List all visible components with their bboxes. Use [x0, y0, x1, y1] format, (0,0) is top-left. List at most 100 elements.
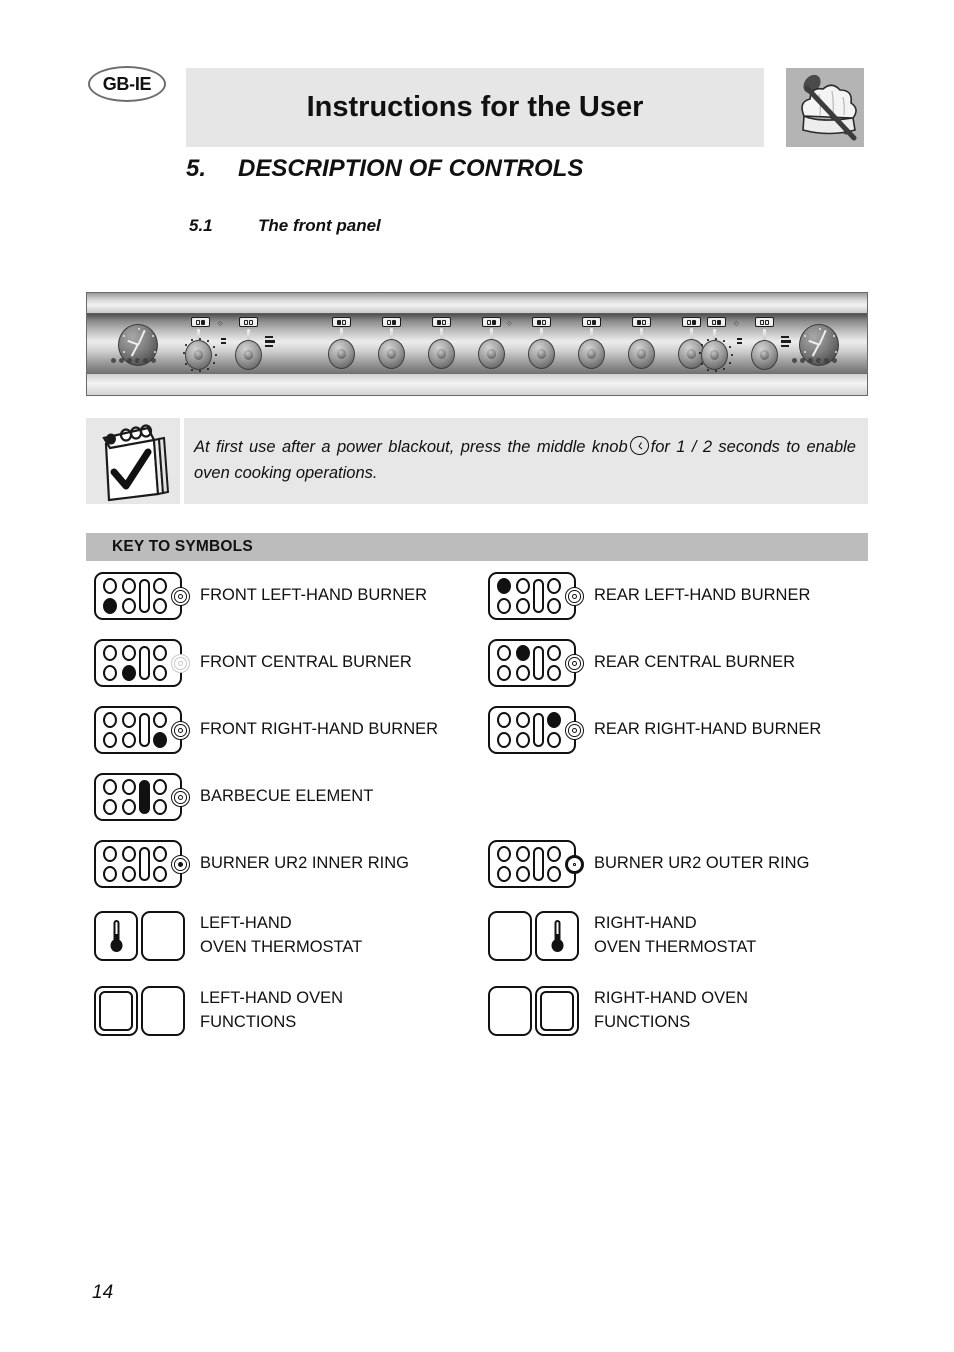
right-timer-legend [792, 358, 837, 363]
burner-symbol-rear-left [488, 572, 584, 620]
hob-position-front-right [547, 732, 561, 748]
right-oven-square [535, 911, 579, 961]
language-badge: GB-IE [88, 66, 166, 102]
note-text-part1: At first use after a power blackout, pre… [194, 438, 628, 456]
right-thermostat-scale [698, 338, 733, 372]
ur2-ring-position [171, 855, 190, 874]
hob-position-front-right [153, 866, 167, 882]
key-row: BARBECUE ELEMENT [86, 767, 876, 834]
right-function-marks-alt [737, 338, 742, 344]
hob-knob-symbol-3 [432, 317, 451, 327]
hob-position-front-central [122, 866, 136, 882]
left-oven-function-knob[interactable] [235, 340, 262, 370]
ur2-ring-position [565, 654, 584, 673]
hob-position-front-central [122, 665, 136, 681]
ur2-ring-position [171, 587, 190, 606]
hob-position-front-central [122, 598, 136, 614]
right-function-marks [781, 336, 791, 347]
hob-knob-4[interactable] [478, 339, 505, 369]
key-label: BARBECUE ELEMENT [200, 787, 374, 806]
hob-position-rear-left [497, 712, 511, 728]
hob-position-front-right [153, 732, 167, 748]
hob-position-front-right [547, 665, 561, 681]
section-number: 5. [186, 155, 207, 182]
hob-knob-symbol-2 [382, 317, 401, 327]
hob-position-front-left [497, 866, 511, 882]
hob-position-rear-left [103, 578, 117, 594]
left-function-knob-symbol [239, 317, 258, 327]
right-oven-square [141, 911, 185, 961]
hob-position-front-right [547, 866, 561, 882]
key-label: BURNER UR2 INNER RING [200, 854, 410, 873]
key-entry-rear-right-hand-burner: REAR RIGHT-HAND BURNER [488, 700, 878, 760]
right-oven-square [141, 986, 185, 1036]
section-title: DESCRIPTION OF CONTROLS [238, 155, 584, 182]
hob-position-rear-right [547, 578, 561, 594]
page-title: Instructions for the User [306, 91, 644, 123]
burner-symbol-front-central [94, 639, 190, 687]
hob-knob-symbol-7 [632, 317, 651, 327]
key-to-symbols-header: KEY TO SYMBOLS [86, 533, 868, 561]
hob-knob-7[interactable] [628, 339, 655, 369]
left-oven-square [94, 986, 138, 1036]
subsection-heading: 5.1 The front panel [189, 216, 381, 236]
key-label: REAR LEFT-HAND BURNER [594, 586, 811, 605]
hob-knob-5[interactable] [528, 339, 555, 369]
hob-position-rear-right [153, 645, 167, 661]
hob-knob-symbol-5 [532, 317, 551, 327]
hob-knob-6[interactable] [578, 339, 605, 369]
hob-position-rear-left [497, 645, 511, 661]
key-label: LEFT-HAND OVEN THERMOSTAT [200, 914, 363, 956]
ur2-ring-position [565, 855, 584, 874]
note-callout: At first use after a power blackout, pre… [86, 418, 868, 504]
hob-knob-symbol-8 [682, 317, 701, 327]
key-label: RIGHT-HAND OVEN FUNCTIONS [594, 989, 749, 1031]
page-header-band: Instructions for the User [186, 68, 764, 147]
hob-knob-3[interactable] [428, 339, 455, 369]
left-oven-square [94, 911, 138, 961]
subsection-title: The front panel [258, 216, 381, 235]
hob-position-rear-central [516, 645, 530, 661]
burner-symbol-barbecue [94, 773, 190, 821]
hob-position-rear-left [103, 712, 117, 728]
key-label: REAR CENTRAL BURNER [594, 653, 796, 672]
oven-pair-symbol-right-functions [488, 986, 584, 1036]
key-entry-rear-left-hand-burner: REAR LEFT-HAND BURNER [488, 566, 878, 626]
thermometer-bulb [551, 939, 563, 952]
barbecue-position [139, 780, 150, 814]
right-oven-square [535, 986, 579, 1036]
burner-symbol-ur2-outer [488, 840, 584, 888]
hob-position-rear-central [122, 645, 136, 661]
hob-knob-1[interactable] [328, 339, 355, 369]
key-entry-left-hand-oven-functions: LEFT-HAND OVEN FUNCTIONS [94, 976, 484, 1046]
key-to-symbols-title: KEY TO SYMBOLS [112, 538, 253, 555]
hob-position-front-central [516, 732, 530, 748]
burner-symbol-front-left [94, 572, 190, 620]
left-oven-square [488, 986, 532, 1036]
burner-symbol-front-right [94, 706, 190, 754]
hob-indicator-dot: ◇ [507, 321, 512, 327]
key-entry-rear-central-burner: REAR CENTRAL BURNER [488, 633, 878, 693]
key-entry-front-right-hand-burner: FRONT RIGHT-HAND BURNER [94, 700, 484, 760]
key-entry-right-hand-oven-functions: RIGHT-HAND OVEN FUNCTIONS [488, 976, 878, 1046]
barbecue-position [533, 579, 544, 613]
key-entry-left-hand-oven-thermostat: LEFT-HAND OVEN THERMOSTAT [94, 901, 484, 971]
section-heading: 5. DESCRIPTION OF CONTROLS [186, 155, 583, 183]
key-row: FRONT LEFT-HAND BURNER REAR LEFT-HAND BU… [86, 566, 876, 633]
hob-position-rear-left [497, 578, 511, 594]
hob-position-rear-central [516, 846, 530, 862]
hob-position-front-central [122, 799, 136, 815]
right-oven-function-knob[interactable] [751, 340, 778, 370]
barbecue-position [139, 713, 150, 747]
key-label: FRONT LEFT-HAND BURNER [200, 586, 428, 605]
key-row: BURNER UR2 INNER RING BURNER UR2 OUTER R… [86, 834, 876, 901]
key-label: BURNER UR2 OUTER RING [594, 854, 810, 873]
key-row: FRONT RIGHT-HAND BURNER REAR RIGHT-HAND … [86, 700, 876, 767]
oven-pair-symbol-left-thermostat [94, 911, 190, 961]
hob-position-rear-right [547, 712, 561, 728]
barbecue-position [139, 579, 150, 613]
right-function-knob-symbol [755, 317, 774, 327]
thermometer-bulb [110, 939, 122, 952]
hob-knob-2[interactable] [378, 339, 405, 369]
burner-symbol-ur2-inner [94, 840, 190, 888]
